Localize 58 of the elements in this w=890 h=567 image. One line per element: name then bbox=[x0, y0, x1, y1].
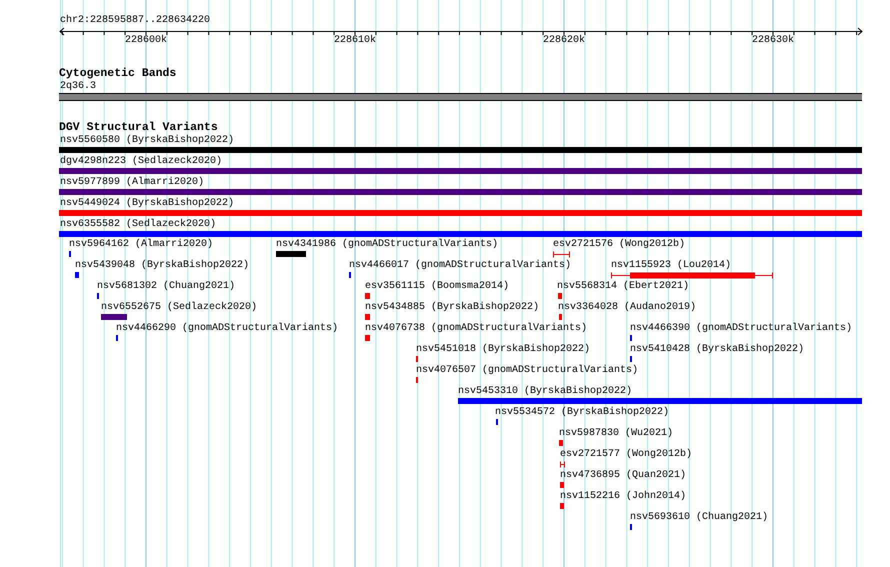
variant-range[interactable] bbox=[611, 272, 773, 279]
variant-bar[interactable] bbox=[559, 440, 563, 446]
variant-label[interactable]: nsv4466290 (gnomADStructuralVariants) bbox=[116, 323, 338, 334]
track-title: DGV Structural Variants bbox=[59, 121, 218, 134]
variant-label[interactable]: nsv3364028 (Audano2019) bbox=[558, 302, 696, 313]
variant-label[interactable]: nsv5449024 (ByrskaBishop2022) bbox=[60, 198, 234, 209]
variant-label[interactable]: nsv5451018 (ByrskaBishop2022) bbox=[416, 344, 590, 355]
variant-label[interactable]: esv2721576 (Wong2012b) bbox=[553, 239, 686, 250]
variant-label[interactable]: nsv6355582 (Sedlazeck2020) bbox=[60, 219, 216, 230]
variant-label[interactable]: nsv5410428 (ByrskaBishop2022) bbox=[630, 344, 804, 355]
variant-range[interactable] bbox=[553, 251, 570, 258]
variant-label[interactable]: nsv4076507 (gnomADStructuralVariants) bbox=[416, 365, 638, 376]
variant-label[interactable]: nsv5534572 (ByrskaBishop2022) bbox=[495, 407, 670, 418]
variant-bar[interactable] bbox=[59, 210, 862, 216]
variant-label[interactable]: nsv4341986 (gnomADStructuralVariants) bbox=[276, 239, 498, 250]
variant-label[interactable]: esv2721577 (Wong2012b) bbox=[560, 449, 692, 460]
variant-label[interactable]: nsv5977899 (Almarri2020) bbox=[60, 177, 204, 188]
variant-bar[interactable] bbox=[75, 272, 79, 278]
variant-label[interactable]: esv3561115 (Boomsma2014) bbox=[365, 281, 510, 292]
variant-label[interactable]: nsv6552675 (Sedlazeck2020) bbox=[101, 302, 258, 313]
variant-bar[interactable] bbox=[458, 398, 862, 404]
variant-label[interactable]: nsv1152216 (John2014) bbox=[560, 491, 686, 502]
variant-label[interactable]: nsv5987830 (Wu2021) bbox=[559, 428, 674, 439]
variant-bar[interactable] bbox=[59, 189, 862, 195]
variant-bar[interactable] bbox=[365, 314, 370, 320]
variant-label[interactable]: nsv5453310 (ByrskaBishop2022) bbox=[458, 386, 632, 397]
variant-bar[interactable] bbox=[559, 314, 562, 320]
variant-label[interactable]: nsv5693610 (Chuang2021) bbox=[630, 512, 768, 523]
variant-label[interactable]: nsv5434885 (ByrskaBishop2022) bbox=[365, 302, 540, 313]
variant-bar[interactable] bbox=[365, 335, 370, 341]
variant-bar[interactable] bbox=[101, 314, 127, 320]
variant-range[interactable] bbox=[560, 461, 565, 468]
variant-bar[interactable] bbox=[276, 251, 306, 257]
variant-label[interactable]: nsv5568314 (Ebert2021) bbox=[557, 281, 690, 292]
variant-label[interactable]: nsv5681302 (Chuang2021) bbox=[97, 281, 236, 292]
variant-bar[interactable] bbox=[560, 482, 564, 488]
variant-label[interactable]: nsv4076738 (gnomADStructuralVariants) bbox=[365, 323, 588, 334]
variant-label[interactable]: nsv1155923 (Lou2014) bbox=[611, 260, 732, 271]
variant-label[interactable]: nsv5560580 (ByrskaBishop2022) bbox=[60, 135, 234, 146]
variant-label[interactable]: nsv4466017 (gnomADStructuralVariants) bbox=[349, 260, 572, 271]
tick-label: 228630k bbox=[751, 35, 795, 46]
variant-bar[interactable] bbox=[59, 168, 862, 174]
tick-label: 228610k bbox=[333, 35, 377, 46]
variant-bar[interactable] bbox=[558, 293, 562, 299]
variant-label[interactable]: nsv4466390 (gnomADStructuralVariants) bbox=[630, 323, 852, 334]
variant-bar[interactable] bbox=[560, 503, 564, 509]
variant-bar[interactable] bbox=[59, 231, 862, 237]
location-label: chr2:228595887..228634220 bbox=[60, 15, 210, 26]
band-label: 2q36.3 bbox=[60, 81, 96, 92]
variant-bar[interactable] bbox=[59, 147, 862, 153]
track-title: Cytogenetic Bands bbox=[59, 67, 176, 80]
variant-label[interactable]: nsv4736895 (Quan2021) bbox=[560, 470, 686, 481]
tick-label: 228620k bbox=[542, 35, 586, 46]
variant-bar[interactable] bbox=[365, 293, 370, 299]
variant-label[interactable]: dgv4298n223 (Sedlazeck2020) bbox=[60, 156, 222, 167]
tick-label: 228600k bbox=[124, 35, 168, 46]
variant-label[interactable]: nsv5439048 (ByrskaBishop2022) bbox=[75, 260, 250, 271]
variant-label[interactable]: nsv5964162 (Almarri2020) bbox=[69, 239, 214, 250]
